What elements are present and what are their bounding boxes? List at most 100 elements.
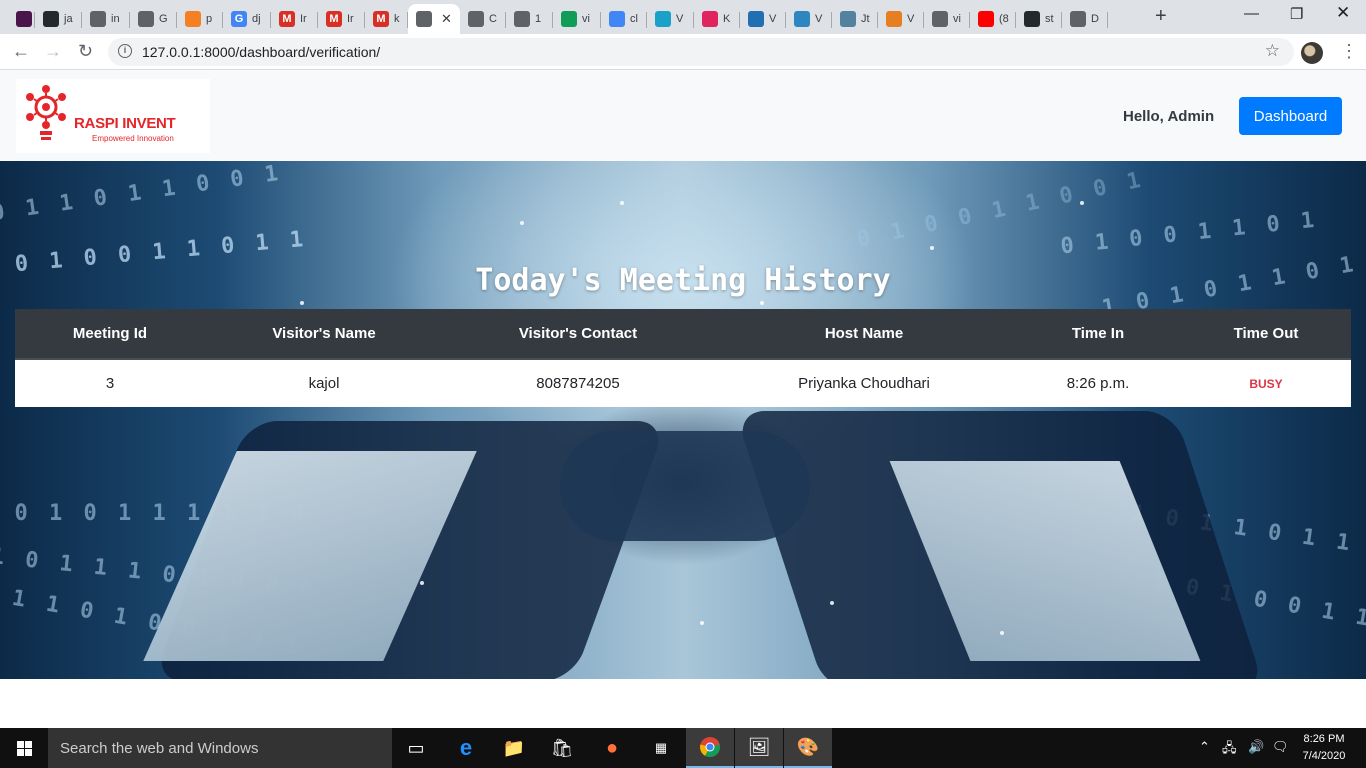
browser-tab-label: D (1091, 13, 1099, 25)
column-header-visitor-contact: Visitor's Contact (443, 309, 713, 360)
browser-tab[interactable]: ✕ (408, 4, 460, 34)
bookmark-star-icon[interactable]: ☆ (1265, 41, 1280, 61)
sparkle (1000, 631, 1004, 635)
clock-date: 7/4/2020 (1302, 750, 1346, 762)
browser-tab[interactable]: V (740, 4, 786, 34)
browser-tab[interactable]: st (1016, 4, 1062, 34)
profile-avatar[interactable] (1301, 42, 1323, 64)
browser-tab[interactable]: Jt (832, 4, 878, 34)
globe-icon (468, 11, 484, 27)
globe-icon (416, 11, 432, 27)
new-tab-button[interactable]: + (1155, 5, 1167, 28)
brand-name: RASPI INVENT (74, 115, 176, 132)
greeting-text: Hello, Admin (1123, 108, 1215, 125)
tab-separator (1107, 12, 1108, 28)
cell-visitor-name: kajol (205, 359, 443, 407)
github-icon (43, 11, 59, 27)
browser-tab-label: cl (630, 13, 638, 25)
start-button[interactable] (0, 728, 48, 768)
browser-tab[interactable]: V (878, 4, 924, 34)
system-clock[interactable]: 8:26 PM 7/4/2020 (1296, 731, 1352, 765)
site-info-icon[interactable]: i (118, 44, 132, 58)
browser-tab[interactable]: 1 (506, 4, 553, 34)
cell-time-in: 8:26 p.m. (1015, 359, 1181, 407)
edge-browser-icon[interactable]: e (442, 728, 490, 768)
address-bar[interactable]: i 127.0.0.1:8000/dashboard/verification/… (108, 38, 1294, 66)
firefox-icon[interactable]: ● (588, 728, 636, 768)
volume-icon[interactable]: 🔊 (1248, 739, 1264, 755)
browser-tab[interactable]: M Ir (271, 4, 318, 34)
menu-kebab-icon[interactable]: ⋮ (1340, 41, 1358, 62)
browser-tab-label: G (159, 13, 168, 25)
gmail-icon: M (373, 11, 389, 27)
reload-icon[interactable]: ↻ (78, 41, 93, 62)
browser-tab[interactable]: M Ir (318, 4, 365, 34)
browser-tab[interactable]: cl (601, 4, 647, 34)
restore-button[interactable]: ❐ (1290, 5, 1303, 23)
windows-logo-icon (17, 741, 33, 757)
browser-tab[interactable]: ja (35, 4, 82, 34)
network-icon[interactable]: 🖧 (1222, 739, 1237, 761)
youtube-icon (978, 11, 994, 27)
chrome-icon[interactable] (686, 728, 734, 768)
raspberry-bulb-icon (26, 85, 66, 140)
cell-host-name: Priyanka Choudhari (713, 359, 1015, 407)
browser-tab[interactable]: vi (553, 4, 601, 34)
file-explorer-icon[interactable]: 📁 (490, 728, 538, 768)
forward-arrow-icon[interactable]: → (44, 41, 62, 62)
browser-tab[interactable]: in (82, 4, 130, 34)
browser-tab-label: 1 (535, 13, 542, 25)
browser-tab-label: C (489, 13, 497, 25)
tray-chevron-up-icon[interactable]: ⌃ (1199, 739, 1210, 755)
globe-icon (138, 11, 154, 27)
send-icon (794, 11, 810, 27)
google-icon: G (231, 11, 247, 27)
browser-tab-label: p (206, 13, 213, 25)
browser-tab[interactable]: p (177, 4, 223, 34)
browser-tab[interactable]: Gdj (223, 4, 271, 34)
globe-icon (90, 11, 106, 27)
browser-tab[interactable]: Mk (365, 4, 408, 34)
sparkle (520, 221, 524, 225)
close-window-button[interactable]: ✕ (1336, 3, 1350, 23)
back-arrow-icon[interactable]: ← (12, 41, 30, 62)
browser-tab[interactable]: V (647, 4, 694, 34)
paint-app-icon[interactable]: 🎨 (784, 728, 832, 768)
quora-icon (702, 11, 718, 27)
browser-tab[interactable]: V (786, 4, 832, 34)
photos-app-icon[interactable]: 🖼 (735, 728, 783, 768)
browser-tab[interactable]: (8 (970, 4, 1016, 34)
browser-tab[interactable]: G (130, 4, 177, 34)
taskbar-search-box[interactable]: Search the web and Windows (48, 728, 392, 768)
globe-icon (514, 11, 530, 27)
site-navbar: RASPI INVENT Empowered Innovation Hello,… (0, 70, 1366, 161)
browser-tab[interactable]: Sl (8, 4, 35, 34)
browser-tab-label: ja (64, 13, 73, 25)
browser-tab[interactable]: K (694, 4, 740, 34)
task-view-icon[interactable]: ▭ (392, 728, 440, 768)
browser-tab-label: V (676, 13, 684, 25)
terminal-icon[interactable]: ▦ (637, 728, 685, 768)
slack-icon (16, 11, 32, 27)
close-tab-icon[interactable]: ✕ (441, 11, 452, 27)
sparkle (1080, 201, 1084, 205)
store-icon[interactable]: 🛍 (538, 728, 586, 768)
binary-decoration: 0 1 0 0 1 1 0 1 (1059, 207, 1320, 260)
sparkle (830, 601, 834, 605)
cell-visitor-contact: 8087874205 (443, 359, 713, 407)
globe-icon (932, 11, 948, 27)
column-header-visitor-name: Visitor's Name (205, 309, 443, 360)
browser-tab-label: K (723, 13, 731, 25)
browser-tab-label: V (815, 13, 823, 25)
browser-tab[interactable]: C (460, 4, 506, 34)
brand-logo[interactable]: RASPI INVENT Empowered Innovation (16, 79, 210, 153)
dashboard-button[interactable]: Dashboard (1239, 97, 1342, 135)
browser-tab-label: Ir (300, 13, 307, 25)
browser-tab[interactable]: vi (924, 4, 970, 34)
minimize-button[interactable]: — (1244, 5, 1259, 22)
url-text: 127.0.0.1:8000/dashboard/verification/ (142, 44, 381, 60)
column-header-host-name: Host Name (713, 309, 1015, 360)
browser-tab[interactable]: D (1062, 4, 1108, 34)
sparkle (760, 301, 764, 305)
notifications-icon[interactable]: 🗨 (1272, 739, 1289, 755)
